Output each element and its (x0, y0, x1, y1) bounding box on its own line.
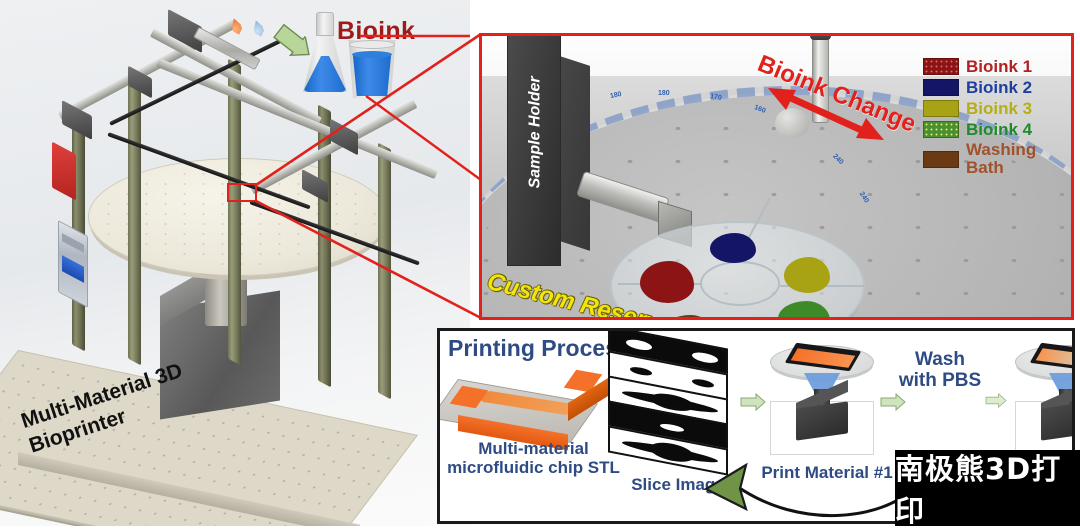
print-station-2 (1015, 342, 1072, 455)
wash-with-pbs-label: Wash with PBS (898, 349, 982, 392)
bioink-1-blob (640, 261, 694, 303)
legend-label-bioink-3: Bioink 3 (966, 98, 1033, 118)
legend-row: Bioink 1 (923, 58, 1061, 76)
bioink-legend: Bioink 1 Bioink 2 Bioink 3 Bioink 4 Wash… (923, 58, 1061, 180)
legend-swatch-washing-bath (923, 150, 959, 168)
arrow-right-icon-2 (740, 393, 766, 411)
controller-box (58, 220, 88, 308)
frame-column-mid (228, 58, 241, 366)
beaker-icon (348, 40, 396, 98)
dlp-projector-2 (1041, 379, 1072, 441)
sample-holder-label: Sample Holder (526, 76, 544, 189)
legend-swatch-bioink-1 (923, 58, 959, 76)
legend-swatch-bioink-4 (923, 120, 959, 138)
step-1-caption: Multi-material microfluidic chip STL (447, 439, 620, 478)
print-station-1 (770, 342, 874, 455)
bioink-label: Bioink (337, 17, 416, 45)
sample-holder-bracket (560, 56, 590, 251)
figure-root: Bioink Multi-Material 3D Bioprinter 190 … (0, 0, 1080, 528)
zoom-detail-panel: 190 180 180 170 160 150 240 240 Sample H… (479, 33, 1074, 320)
arrow-right-icon-3 (880, 393, 906, 411)
legend-row: Bioink 3 (923, 98, 1061, 118)
microfluidic-chip-stl (440, 369, 608, 451)
bioink-4-blob (778, 301, 830, 317)
arrow-right-icon-4 (985, 393, 1007, 408)
bioink-3-blob (784, 257, 830, 293)
sample-holder: Sample Holder (507, 36, 561, 266)
dial-tick-2: 180 (658, 90, 670, 97)
printing-process-title: Printing Process (448, 335, 631, 361)
legend-swatch-bioink-2 (923, 79, 959, 97)
slice-image-stack (608, 331, 738, 476)
watermark-text: 南极熊3D打印 (895, 452, 1062, 528)
legend-swatch-bioink-3 (923, 100, 959, 118)
zoom-callout-box (227, 183, 257, 202)
controller-strip-top (62, 233, 84, 253)
legend-row: Bioink 4 (923, 119, 1061, 139)
legend-row: Bioink 2 (923, 77, 1061, 97)
controller-display (62, 255, 84, 283)
legend-row: Washing Bath (923, 141, 1061, 177)
post-cap (810, 36, 831, 40)
watermark: 南极熊3D打印 (895, 450, 1080, 528)
bioink-2-blob (710, 233, 756, 263)
reservoir-center-well (700, 261, 780, 306)
bioprinter-photo-panel: Bioink Multi-Material 3D Bioprinter (0, 0, 470, 526)
legend-label-bioink-2: Bioink 2 (966, 77, 1033, 97)
legend-label-bioink-1: Bioink 1 (966, 57, 1033, 76)
recycle-arrow-icon (703, 462, 918, 518)
legend-label-bioink-4: Bioink 4 (966, 119, 1033, 139)
dlp-projector-1 (796, 379, 848, 441)
legend-label-washing-bath: Washing Bath (966, 140, 1037, 178)
frame-column-back-left (128, 78, 141, 366)
frame-column-far-right (378, 142, 391, 400)
